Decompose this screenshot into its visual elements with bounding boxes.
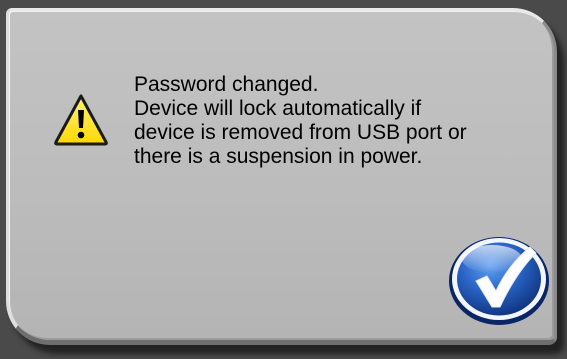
message-line-1: Password changed. [134,73,319,96]
message-line-2: Device will lock automatically if [134,97,422,120]
message-line-4: there is a suspension in power. [134,145,423,168]
confirm-button[interactable] [446,231,552,327]
dialog-message: Password changed. Device will lock autom… [134,73,544,169]
warning-icon [54,94,108,146]
alert-dialog: Password changed. Device will lock autom… [6,8,557,345]
screen: Password changed. Device will lock autom… [0,0,567,359]
message-line-3: device is removed from USB port or [134,121,467,144]
